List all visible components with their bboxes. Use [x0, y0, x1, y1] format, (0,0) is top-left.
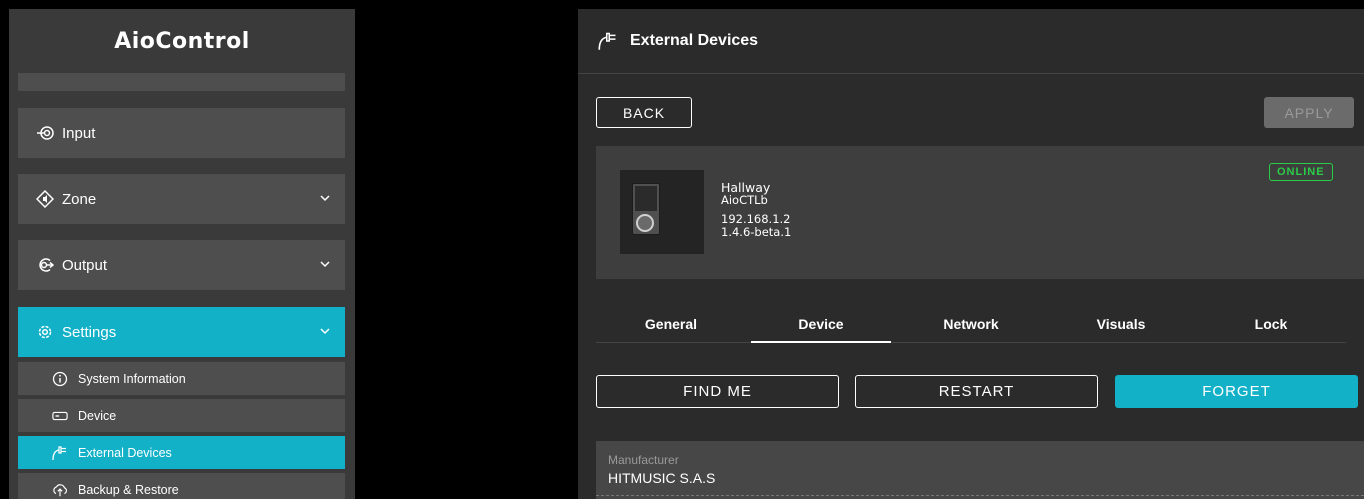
sidebar-item-label: Zone — [62, 190, 97, 208]
output-icon — [36, 256, 54, 274]
page-title: External Devices — [630, 32, 759, 49]
input-icon — [36, 124, 54, 142]
device-model: AioCTLb — [721, 193, 768, 207]
tab-network[interactable]: Network — [896, 306, 1046, 342]
tab-visuals[interactable]: Visuals — [1046, 306, 1196, 342]
external-devices-icon — [52, 445, 68, 461]
device-info: Hallway AioCTLb 192.168.1.2 1.4.6-beta.1 — [721, 181, 791, 239]
sidebar-item-zone[interactable]: Zone — [18, 174, 345, 224]
tab-general[interactable]: General — [596, 306, 746, 342]
sidebar: AioControl Input Zone Output Settings Sy… — [9, 9, 355, 499]
chevron-down-icon — [319, 191, 331, 208]
restart-button[interactable]: RESTART — [855, 375, 1098, 408]
device-thumbnail — [620, 170, 704, 254]
external-devices-panel: External Devices BACK APPLY Hallway AioC… — [578, 9, 1364, 499]
backup-icon — [52, 482, 68, 498]
sidebar-item-input[interactable]: Input — [18, 108, 345, 158]
sidebar-item-label: Output — [62, 256, 108, 274]
info-icon — [52, 371, 68, 387]
field-label: Manufacturer — [608, 453, 679, 467]
device-tabs: General Device Network Visuals Lock — [596, 306, 1346, 343]
manufacturer-field: Manufacturer HITMUSIC S.A.S — [596, 441, 1364, 499]
tab-lock[interactable]: Lock — [1196, 306, 1346, 342]
tab-device[interactable]: Device — [746, 306, 896, 343]
sidebar-subitem-label: System Information — [78, 371, 186, 386]
chevron-down-icon — [319, 257, 331, 274]
find-me-button[interactable]: FIND ME — [596, 375, 839, 408]
device-version: 1.4.6-beta.1 — [721, 225, 792, 239]
sidebar-subitem-system-information[interactable]: System Information — [18, 362, 345, 395]
sidebar-item-label: Input — [62, 124, 96, 142]
sidebar-subitem-label: Device — [78, 408, 117, 423]
apply-button[interactable]: APPLY — [1264, 97, 1354, 128]
back-button[interactable]: BACK — [596, 97, 692, 128]
controller-image — [632, 183, 660, 235]
sidebar-item-label: Settings — [62, 323, 117, 341]
panel-header: External Devices — [578, 9, 1364, 74]
sidebar-subitem-device[interactable]: Device — [18, 399, 345, 432]
chevron-down-icon — [319, 324, 331, 341]
sidebar-subitem-label: Backup & Restore — [78, 482, 179, 497]
sidebar-item-partial[interactable] — [18, 73, 345, 91]
forget-button[interactable]: FORGET — [1115, 375, 1358, 408]
sidebar-item-output[interactable]: Output — [18, 240, 345, 290]
gear-icon — [36, 323, 54, 341]
sidebar-subitem-label: External Devices — [78, 445, 172, 460]
sidebar-subitem-external-devices[interactable]: External Devices — [18, 436, 345, 469]
status-badge: ONLINE — [1269, 163, 1333, 181]
external-devices-icon — [598, 31, 618, 51]
device-icon — [52, 408, 68, 424]
app-logo: AioControl — [9, 9, 355, 73]
field-value: HITMUSIC S.A.S — [608, 470, 716, 486]
sidebar-subitem-backup-restore[interactable]: Backup & Restore — [18, 473, 345, 499]
field-underline — [596, 495, 1364, 496]
zone-icon — [36, 190, 54, 208]
sidebar-item-settings[interactable]: Settings — [18, 307, 345, 357]
app-title: AioControl — [114, 28, 250, 54]
device-card: Hallway AioCTLb 192.168.1.2 1.4.6-beta.1… — [596, 146, 1364, 279]
